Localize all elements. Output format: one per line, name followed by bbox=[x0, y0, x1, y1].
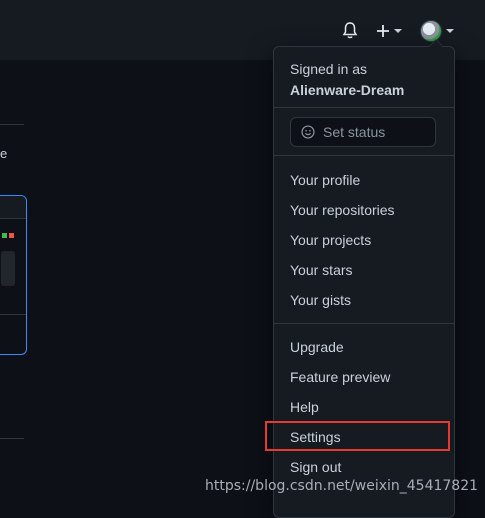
notifications-button[interactable] bbox=[342, 18, 358, 44]
status-dot-red bbox=[9, 233, 14, 238]
plus-icon bbox=[377, 25, 389, 37]
menu-item-your-projects[interactable]: Your projects bbox=[274, 225, 454, 255]
user-dropdown-menu: Signed in as Alienware-Dream Set status … bbox=[273, 39, 455, 518]
menu-item-settings[interactable]: Settings bbox=[274, 422, 454, 452]
menu-item-your-gists[interactable]: Your gists bbox=[274, 285, 454, 315]
signed-in-header: Signed in as Alienware-Dream bbox=[290, 59, 404, 101]
status-dot-green bbox=[2, 233, 7, 238]
background-divider bbox=[0, 124, 24, 125]
menu-item-your-profile[interactable]: Your profile bbox=[274, 165, 454, 195]
card-block bbox=[1, 251, 15, 286]
menu-item-feature-preview[interactable]: Feature preview bbox=[274, 362, 454, 392]
menu-item-your-repositories[interactable]: Your repositories bbox=[274, 195, 454, 225]
background-divider bbox=[0, 438, 24, 439]
signed-in-label: Signed in as bbox=[290, 61, 368, 77]
background-card bbox=[0, 195, 27, 355]
watermark-text: https://blog.csdn.net/weixin_45417821 bbox=[205, 478, 479, 494]
caret-down-icon bbox=[394, 29, 402, 33]
menu-item-help[interactable]: Help bbox=[274, 392, 454, 422]
bell-icon bbox=[342, 22, 358, 39]
menu-item-your-stars[interactable]: Your stars bbox=[274, 255, 454, 285]
smiley-icon bbox=[301, 125, 315, 139]
menu-divider bbox=[274, 155, 454, 156]
menu-item-upgrade[interactable]: Upgrade bbox=[274, 332, 454, 362]
username: Alienware-Dream bbox=[290, 82, 405, 98]
card-header bbox=[0, 196, 26, 219]
menu-divider bbox=[274, 323, 454, 324]
background-text-fragment: e bbox=[0, 146, 8, 161]
set-status-button[interactable]: Set status bbox=[290, 117, 436, 147]
card-divider bbox=[0, 314, 26, 315]
set-status-label: Set status bbox=[323, 124, 386, 140]
caret-down-icon bbox=[446, 29, 454, 33]
menu-divider bbox=[274, 107, 454, 108]
create-new-button[interactable] bbox=[376, 18, 402, 44]
